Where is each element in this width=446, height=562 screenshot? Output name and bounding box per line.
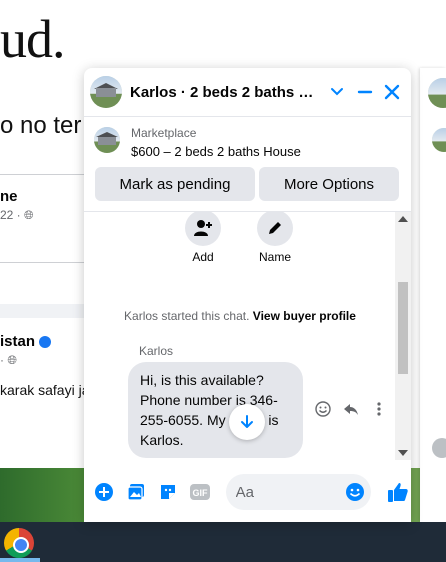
background-chat-window-edge xyxy=(420,68,446,522)
listing-label: Marketplace xyxy=(131,126,197,140)
background-headline: ud. xyxy=(0,9,65,69)
scrollbar[interactable] xyxy=(395,212,411,460)
background-feed-gap xyxy=(0,304,84,318)
sender-name: Karlos xyxy=(139,344,174,358)
edit-name-button[interactable] xyxy=(257,212,293,246)
background-post-meta: · 🌐︎ xyxy=(0,353,17,367)
plus-circle-icon[interactable] xyxy=(432,438,446,458)
pencil-icon xyxy=(269,222,281,234)
add-label: Add xyxy=(192,250,214,264)
emoji-icon[interactable] xyxy=(345,482,365,502)
background-subline: o no ter xyxy=(0,112,82,139)
taskbar xyxy=(0,522,446,562)
listing-thumbnail xyxy=(94,127,120,153)
verified-badge-icon xyxy=(39,336,52,349)
chat-title[interactable]: Karlos · 2 beds 2 baths House xyxy=(130,84,322,101)
message-input-wrapper xyxy=(225,474,372,510)
close-icon[interactable] xyxy=(379,79,405,105)
message-bubble[interactable]: Hi, is this available? Phone number is 3… xyxy=(128,362,303,458)
svg-text:GIF: GIF xyxy=(192,488,208,498)
add-person-button[interactable] xyxy=(185,212,221,246)
add-person-icon xyxy=(194,220,212,236)
react-icon[interactable] xyxy=(314,400,332,418)
globe-icon: 🌐︎ xyxy=(7,353,17,367)
chrome-icon[interactable] xyxy=(4,528,34,558)
plus-circle-icon[interactable] xyxy=(92,480,116,504)
background-post-author[interactable]: istan xyxy=(0,333,52,350)
chat-header: Karlos · 2 beds 2 baths House xyxy=(84,68,411,116)
chat-started-notice: Karlos started this chat. View buyer pro… xyxy=(124,309,356,323)
message-actions xyxy=(314,400,388,418)
name-label: Name xyxy=(258,250,291,264)
taskbar-active-indicator xyxy=(0,558,40,562)
message-input[interactable] xyxy=(235,483,336,501)
gif-icon[interactable]: GIF xyxy=(188,480,212,504)
mark-as-pending-button[interactable]: Mark as pending xyxy=(95,167,255,201)
photo-icon[interactable] xyxy=(124,480,148,504)
composer: GIF xyxy=(84,466,411,518)
scroll-thumb[interactable] xyxy=(398,282,408,374)
background-divider xyxy=(0,174,84,175)
scroll-to-bottom-button[interactable] xyxy=(229,404,265,440)
avatar xyxy=(428,78,446,108)
background-post-text: karak safayi ja xyxy=(0,382,90,398)
marketplace-listing[interactable]: Marketplace $600 – 2 beds 2 baths House … xyxy=(84,116,411,212)
background-divider xyxy=(0,262,84,263)
arrow-down-icon xyxy=(241,415,253,428)
view-buyer-profile-link[interactable]: View buyer profile xyxy=(253,309,356,323)
like-icon[interactable] xyxy=(385,479,411,505)
more-icon[interactable] xyxy=(370,400,388,418)
background-post-meta: 22 · 🌐︎ xyxy=(0,208,34,222)
message-list: Add Name Karlos started this chat. View … xyxy=(84,212,411,460)
chevron-down-icon[interactable] xyxy=(324,79,350,105)
listing-title: $600 – 2 beds 2 baths House xyxy=(131,144,301,159)
background-post-author[interactable]: ne xyxy=(0,188,18,205)
avatar xyxy=(432,128,446,152)
more-options-button[interactable]: More Options xyxy=(259,167,399,201)
globe-icon: 🌐︎ xyxy=(24,208,34,222)
chat-window: Karlos · 2 beds 2 baths House Marketplac… xyxy=(84,68,411,522)
sticker-icon[interactable] xyxy=(156,480,180,504)
scroll-up-arrow[interactable] xyxy=(398,216,408,222)
reply-icon[interactable] xyxy=(342,400,360,418)
scroll-down-arrow[interactable] xyxy=(398,450,408,456)
minimize-icon[interactable] xyxy=(352,79,378,105)
avatar[interactable] xyxy=(90,76,122,108)
